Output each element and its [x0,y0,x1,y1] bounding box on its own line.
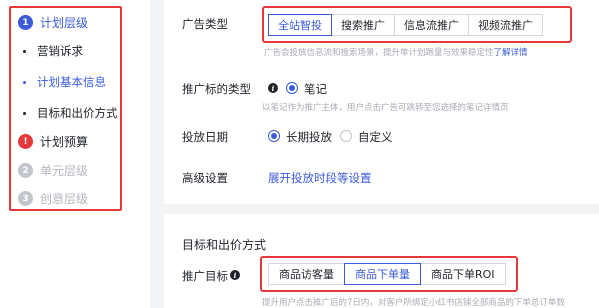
advanced-settings-label: 高级设置 [182,171,228,185]
sidebar-item-label: 计划基本信息 [37,75,106,89]
sidebar: 1 计划层级 营销诉求 计划基本信息 目标和出价方式 ! 计划预算 2 单元层级… [0,0,150,308]
ad-type-label: 广告类型 [182,17,228,31]
sidebar-step-label: 计划层级 [40,16,89,30]
sidebar-item-label: 目标和出价方式 [37,106,118,120]
sidebar-step-label: 创意层级 [40,192,89,206]
bullet-icon [23,80,26,84]
sidebar-item-label: 营销诉求 [37,44,83,58]
info-icon[interactable]: i [268,83,278,93]
info-icon[interactable]: i [230,270,240,280]
sidebar-step-plan-budget[interactable]: ! 计划预算 [18,133,88,150]
promo-target-option: 笔记 [304,82,327,96]
sidebar-step-plan-level[interactable]: 1 计划层级 [18,14,88,31]
goal-bidding-card: 目标和出价方式 推广目标 i 商品访客量 商品下单量 商品下单ROI 提升用户点… [164,214,599,308]
step-number-icon: 2 [18,163,33,178]
sidebar-step-label: 单元层级 [40,164,89,178]
promo-target-radio-note[interactable] [286,82,298,94]
bullet-icon [23,111,26,115]
section-title: 目标和出价方式 [182,238,267,252]
sidebar-item-goal-bidding[interactable]: 目标和出价方式 [23,105,118,121]
sidebar-item-plan-basic-info[interactable]: 计划基本信息 [23,74,106,90]
schedule-radio-long-term[interactable] [268,130,280,142]
goal-hint: 提升用户点击推广后的7日内，对客户所绑定小红书店铺全部商品的下单总订单数 [262,298,565,308]
sidebar-step-label: 计划预算 [40,135,89,149]
schedule-option-long-term: 长期投放 [286,130,332,144]
schedule-option-custom: 自定义 [358,130,393,144]
sidebar-step-unit-level[interactable]: 2 单元层级 [18,162,88,179]
learn-more-link[interactable]: 了解详情 [494,48,528,58]
promo-target-hint: 以笔记作为推广主体，用户点击广告可跳转至您选择的笔记详情页 [262,103,509,113]
step-number-icon: 1 [18,15,33,30]
schedule-radio-custom[interactable] [340,130,352,142]
ad-type-hint: 广告会投放信息流和搜索场景，提升单计划跑量与效果稳定性了解详情 [264,46,528,58]
schedule-label: 投放日期 [182,130,228,144]
promo-target-label: 推广标的类型 [182,82,251,96]
goal-label: 推广目标 [182,269,228,283]
sidebar-step-creative-level[interactable]: 3 创意层级 [18,190,88,207]
expand-schedule-settings-link[interactable]: 展开投放时段等设置 [268,170,372,186]
ad-type-hint-text: 广告会投放信息流和搜索场景，提升单计划跑量与效果稳定性 [264,48,494,58]
alert-icon: ! [18,134,33,149]
ad-type-option-all-site[interactable]: 全站智投 [268,14,332,36]
goal-option-orders[interactable]: 商品下单量 [344,263,421,285]
plan-basic-info-card: 广告类型 全站智投 搜索推广 信息流推广 视频流推广 广告会投放信息流和搜索场景… [164,0,599,204]
bullet-icon [23,49,26,53]
step-number-icon: 3 [18,191,33,206]
sidebar-item-marketing-appeal[interactable]: 营销诉求 [23,43,83,59]
